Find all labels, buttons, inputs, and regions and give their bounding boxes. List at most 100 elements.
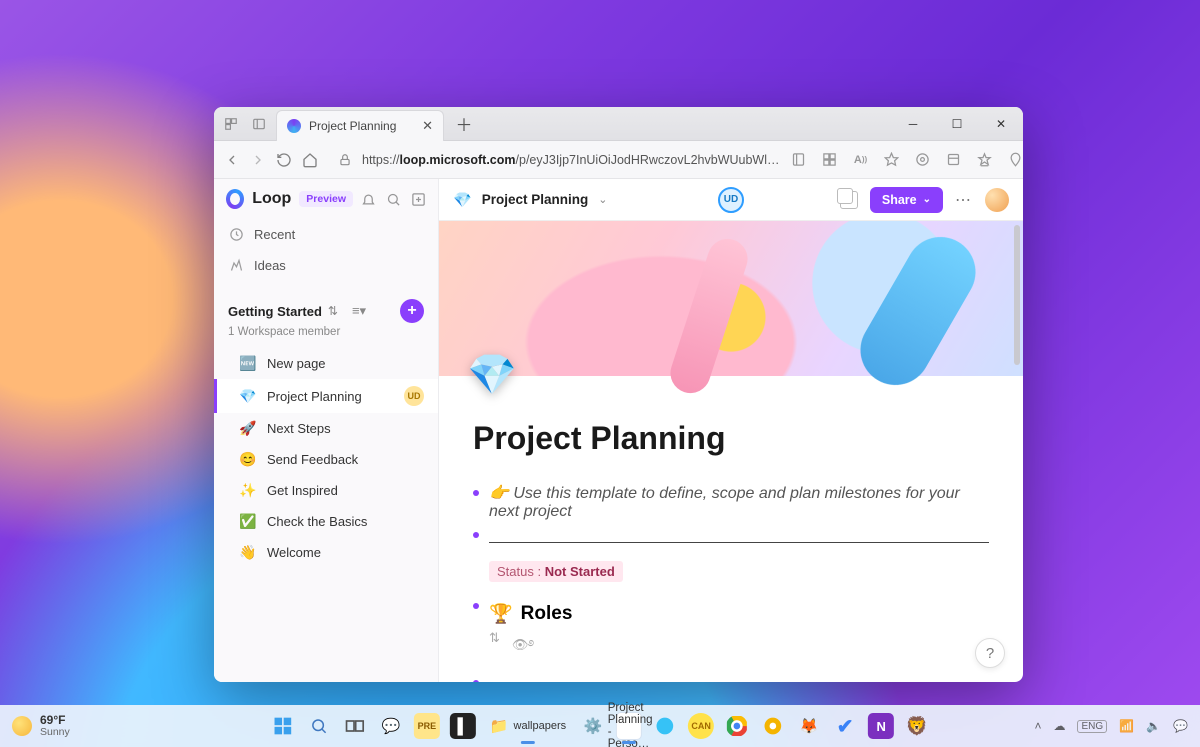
search-button[interactable] bbox=[306, 713, 332, 739]
pinned-app-can[interactable]: CAN bbox=[688, 713, 714, 739]
notifications-icon[interactable] bbox=[361, 192, 376, 207]
presence-avatar[interactable]: UD bbox=[718, 187, 744, 213]
taskbar-todo[interactable]: ✔ bbox=[832, 713, 858, 739]
doc-profile-avatar[interactable] bbox=[985, 188, 1009, 212]
windows-taskbar: 69°FSunny 💬 PRE ▌ 📁wallpapers ⚙️ Project… bbox=[0, 705, 1200, 747]
sidebar-recent[interactable]: Recent bbox=[214, 219, 438, 250]
sort-icon[interactable]: ⇅ bbox=[489, 630, 500, 667]
rocket-icon: 🚀 bbox=[239, 420, 257, 437]
sparkles-icon: ✨ bbox=[239, 482, 257, 499]
sidebar-ideas[interactable]: Ideas bbox=[214, 250, 438, 281]
status-tag[interactable]: Status : Not Started bbox=[489, 561, 623, 582]
taskbar-brave[interactable]: 🦁 bbox=[904, 713, 930, 739]
back-button[interactable] bbox=[224, 151, 240, 169]
taskbar-center: 💬 PRE ▌ 📁wallpapers ⚙️ Project Planning … bbox=[270, 712, 930, 740]
bullet-dot-icon bbox=[473, 490, 479, 496]
page-next-steps[interactable]: 🚀Next Steps bbox=[214, 413, 438, 444]
bullet-roles: 🏆 Roles ⇅ 👁࿔ bbox=[473, 596, 989, 667]
app-available-icon[interactable] bbox=[790, 151, 808, 169]
workspace-sort-icon[interactable]: ⇅ bbox=[328, 304, 338, 318]
taskbar-file-explorer[interactable]: 📁wallpapers bbox=[486, 713, 570, 739]
page-send-feedback[interactable]: 😊Send Feedback bbox=[214, 444, 438, 475]
bullet-dot-icon bbox=[473, 680, 479, 682]
new-tab-button[interactable]: ＋ bbox=[450, 110, 478, 138]
page-project-planning[interactable]: 💎Project PlanningUD bbox=[214, 379, 438, 413]
breadcrumb-chevron-icon[interactable]: ⌄ bbox=[598, 193, 607, 206]
task-view-button[interactable] bbox=[342, 713, 368, 739]
url-text[interactable]: https://loop.microsoft.com/p/eyJ3Ijp7InU… bbox=[362, 153, 780, 167]
window-close-button[interactable]: ✕ bbox=[979, 107, 1023, 141]
favorite-star-icon[interactable] bbox=[883, 151, 901, 169]
check-icon: ✅ bbox=[239, 513, 257, 530]
page-welcome[interactable]: 👋Welcome bbox=[214, 537, 438, 568]
home-button[interactable] bbox=[302, 151, 318, 169]
document-body[interactable]: Project Planning 👉 Use this template to … bbox=[439, 376, 1023, 682]
tab-actions-icon[interactable] bbox=[252, 117, 266, 131]
sidebar-header: Loop Preview bbox=[214, 179, 438, 219]
page-title[interactable]: Project Planning bbox=[473, 420, 989, 457]
doc-icon: 💎 bbox=[453, 191, 472, 209]
bullet-hint[interactable]: 👉 Use this template to define, scope and… bbox=[473, 483, 989, 521]
add-page-button[interactable]: + bbox=[400, 299, 424, 323]
browser-tab[interactable]: Project Planning ✕ bbox=[276, 110, 444, 141]
page-get-inspired[interactable]: ✨Get Inspired bbox=[214, 475, 438, 506]
tray-notifications-icon[interactable]: 💬 bbox=[1173, 719, 1188, 733]
tray-overflow-icon[interactable]: ˄ bbox=[1034, 719, 1041, 733]
bullet-blank-line[interactable] bbox=[473, 525, 989, 543]
weather-temp: 69°F bbox=[40, 714, 70, 727]
chat-button[interactable]: 💬 bbox=[378, 713, 404, 739]
bullet-table: ≡Roles 👤Assignees bbox=[473, 673, 989, 682]
taskbar-weather-widget[interactable]: 69°FSunny bbox=[12, 714, 70, 738]
workspace-title[interactable]: Getting Started bbox=[228, 304, 322, 319]
refresh-button[interactable] bbox=[276, 151, 292, 169]
workspaces-icon[interactable] bbox=[224, 117, 238, 131]
blank-input-line[interactable] bbox=[489, 525, 989, 543]
tray-network-icon[interactable]: 📶 bbox=[1119, 719, 1134, 733]
pinned-app-terminal[interactable]: ▌ bbox=[450, 713, 476, 739]
doc-toolbar: 💎 Project Planning ⌄ UD Share⌄ ⋯ bbox=[439, 179, 1023, 221]
tracking-prevention-icon[interactable] bbox=[914, 151, 932, 169]
help-button[interactable]: ? bbox=[975, 638, 1005, 668]
vertical-scrollbar[interactable] bbox=[1014, 225, 1020, 365]
taskbar-chrome-canary[interactable] bbox=[760, 713, 786, 739]
presence-badge: UD bbox=[404, 386, 424, 406]
taskbar-edge[interactable]: Project Planning - Perso… bbox=[616, 712, 642, 740]
roles-heading-text: Roles bbox=[521, 603, 573, 625]
read-aloud-icon[interactable]: A)) bbox=[852, 151, 870, 169]
taskbar-firefox[interactable]: 🦊 bbox=[796, 713, 822, 739]
loop-favicon-icon bbox=[287, 119, 301, 133]
new-component-icon[interactable] bbox=[411, 192, 426, 207]
search-icon[interactable] bbox=[386, 192, 401, 207]
window-minimize-button[interactable]: ─ bbox=[891, 107, 935, 141]
copy-component-button[interactable] bbox=[840, 191, 858, 209]
tab-title: Project Planning bbox=[309, 119, 396, 133]
page-check-basics[interactable]: ✅Check the Basics bbox=[214, 506, 438, 537]
tab-close-button[interactable]: ✕ bbox=[422, 118, 433, 134]
browser-essentials-icon[interactable] bbox=[1007, 151, 1024, 169]
taskbar-chrome[interactable] bbox=[724, 713, 750, 739]
workspace-block: Getting Started ⇅ ≡▾ + 1 Workspace membe… bbox=[214, 289, 438, 342]
window-maximize-button[interactable]: ☐ bbox=[935, 107, 979, 141]
extensions-icon[interactable] bbox=[821, 151, 839, 169]
taskbar-edge-secondary[interactable] bbox=[652, 713, 678, 739]
forward-button[interactable] bbox=[250, 151, 266, 169]
start-button[interactable] bbox=[270, 713, 296, 739]
tray-language-icon[interactable]: ENG bbox=[1077, 720, 1107, 733]
roles-heading[interactable]: 🏆 Roles bbox=[489, 602, 989, 626]
view-options-icon[interactable]: ≡▾ bbox=[352, 303, 366, 319]
taskbar-onenote[interactable]: N bbox=[868, 713, 894, 739]
loop-app: Loop Preview Recent Ideas Getting Starte… bbox=[214, 179, 1023, 682]
tray-onedrive-icon[interactable]: ☁ bbox=[1053, 719, 1065, 733]
favorites-bar-icon[interactable] bbox=[976, 151, 994, 169]
page-new[interactable]: 🆕New page bbox=[214, 348, 438, 379]
doc-more-button[interactable]: ⋯ bbox=[955, 190, 973, 210]
pinned-app-pre[interactable]: PRE bbox=[414, 713, 440, 739]
tray-volume-icon[interactable]: 🔈 bbox=[1146, 719, 1161, 733]
doc-breadcrumb-title[interactable]: Project Planning bbox=[482, 192, 589, 207]
loop-logo-icon bbox=[226, 189, 244, 209]
site-lock-icon[interactable] bbox=[338, 151, 352, 169]
collections-icon[interactable] bbox=[945, 151, 963, 169]
visibility-icon[interactable]: 👁࿔ bbox=[512, 630, 534, 667]
taskbar-settings[interactable]: ⚙️ bbox=[580, 713, 606, 739]
share-button[interactable]: Share⌄ bbox=[870, 187, 943, 213]
